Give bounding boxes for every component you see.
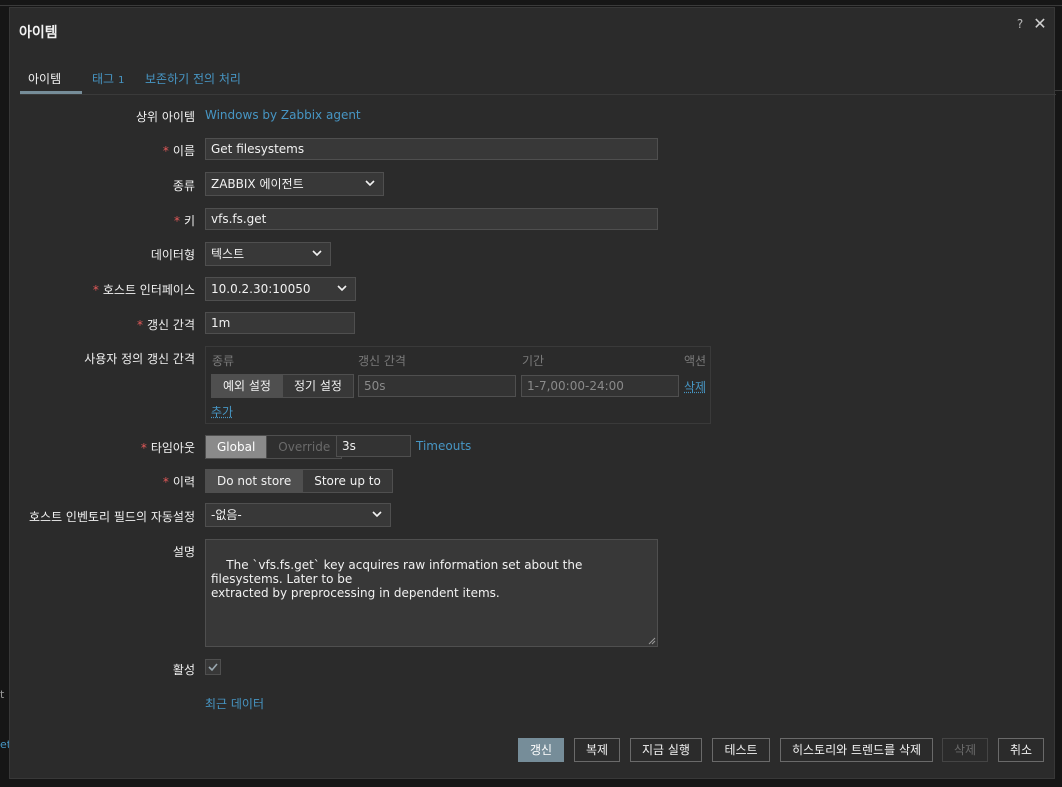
tab-label: 보존하기 전의 처리 xyxy=(145,72,241,86)
history-mode-toggle: Do not store Store up to xyxy=(205,469,393,493)
required-marker: * xyxy=(92,283,99,297)
interval-type-toggle: 예외 설정 정기 설정 xyxy=(211,374,354,398)
latest-data-link[interactable]: 최근 데이터 xyxy=(205,695,264,712)
clear-history-button[interactable]: 히스토리와 트렌드를 삭제 xyxy=(780,738,933,762)
close-icon[interactable]: ✕ xyxy=(1032,15,1048,33)
key-label: * 키 xyxy=(0,212,195,229)
name-input[interactable]: Get filesystems xyxy=(205,138,658,160)
timeout-mode-toggle: Global Override xyxy=(205,435,343,459)
update-interval-input[interactable]: 1m xyxy=(205,312,355,334)
enabled-label: 활성 xyxy=(172,663,195,677)
timeouts-link[interactable]: Timeouts xyxy=(416,439,471,453)
custom-intervals-table: 종류 갱신 간격 기간 액션 예외 설정 정기 설정 50s 1-7,00:00… xyxy=(205,346,711,424)
timeout-global-option[interactable]: Global xyxy=(206,436,267,458)
value-type-label: 데이터형 xyxy=(150,248,195,262)
chevron-down-icon xyxy=(312,250,322,257)
cancel-button[interactable]: 취소 xyxy=(998,738,1044,762)
tab-preprocessing[interactable]: 보존하기 전의 처리 xyxy=(145,70,241,87)
help-icon[interactable]: ? xyxy=(1014,17,1026,33)
column-header-action: 액션 xyxy=(684,354,707,368)
parent-item-link[interactable]: Windows by Zabbix agent xyxy=(205,108,361,122)
do-not-store-option[interactable]: Do not store xyxy=(206,470,303,492)
inventory-select[interactable]: -없음- xyxy=(205,503,391,527)
history-label: * 이력 xyxy=(0,473,195,490)
timeout-input[interactable]: 3s xyxy=(336,435,411,457)
update-interval-label-text: 갱신 간격 xyxy=(147,318,195,332)
key-input[interactable]: vfs.fs.get xyxy=(205,208,658,230)
required-marker: * xyxy=(162,475,169,489)
clone-button[interactable]: 복제 xyxy=(574,738,620,762)
value-type-select[interactable]: 텍스트 xyxy=(205,242,331,266)
chevron-down-icon xyxy=(365,180,375,187)
add-interval-link[interactable]: 추가 xyxy=(211,403,233,420)
resize-grip-icon[interactable] xyxy=(648,637,656,645)
type-select-value: ZABBIX 에이전트 xyxy=(211,177,304,191)
test-button[interactable]: 테스트 xyxy=(712,738,770,762)
host-interface-select[interactable]: 10.0.2.30:10050 xyxy=(205,277,356,301)
custom-interval-input[interactable]: 50s xyxy=(358,375,516,397)
remove-interval-link[interactable]: 삭제 xyxy=(684,378,706,395)
background-fragment: t xyxy=(0,688,5,701)
enabled-checkbox[interactable] xyxy=(205,659,221,675)
key-label-text: 키 xyxy=(183,214,195,228)
timeout-label-text: 타임아웃 xyxy=(150,441,195,455)
type-select[interactable]: ZABBIX 에이전트 xyxy=(205,172,384,196)
active-tab-indicator xyxy=(20,91,82,94)
timeout-override-option[interactable]: Override xyxy=(266,436,342,458)
required-marker: * xyxy=(137,318,144,332)
item-dialog: 아이템 ? ✕ 아이템 태그 1 보존하기 전의 처리 상위 아이템 Window… xyxy=(9,7,1056,779)
tab-tags[interactable]: 태그 1 xyxy=(92,70,124,87)
required-marker: * xyxy=(173,214,180,228)
host-interface-select-value: 10.0.2.30:10050 xyxy=(211,282,311,296)
inventory-select-value: -없음- xyxy=(211,508,242,522)
required-marker: * xyxy=(162,144,169,158)
name-label-text: 이름 xyxy=(172,144,195,158)
history-label-text: 이력 xyxy=(172,475,195,489)
required-marker: * xyxy=(140,441,147,455)
custom-period-input[interactable]: 1-7,00:00-24:00 xyxy=(521,375,679,397)
type-label: 종류 xyxy=(172,179,195,193)
inventory-label: 호스트 인벤토리 필드의 자동설정 xyxy=(28,510,195,524)
description-label: 설명 xyxy=(172,545,195,559)
timeout-label: * 타임아웃 xyxy=(0,439,195,456)
column-header-type: 종류 xyxy=(212,354,235,368)
column-header-interval: 갱신 간격 xyxy=(358,354,406,368)
description-text: The `vfs.fs.get` key acquires raw inform… xyxy=(211,558,583,600)
column-header-period: 기간 xyxy=(522,354,545,368)
checkmark-icon xyxy=(208,663,218,672)
tag-count-badge: 1 xyxy=(118,75,125,86)
chevron-down-icon xyxy=(337,285,347,292)
update-interval-label: * 갱신 간격 xyxy=(0,316,195,333)
background-divider xyxy=(0,5,1062,6)
custom-intervals-label: 사용자 정의 갱신 간격 xyxy=(84,352,195,366)
dialog-title: 아이템 xyxy=(19,25,58,41)
update-button[interactable]: 갱신 xyxy=(518,738,564,762)
chevron-down-icon xyxy=(372,511,382,518)
value-type-select-value: 텍스트 xyxy=(211,247,245,261)
host-interface-label-text: 호스트 인터페이스 xyxy=(102,283,195,297)
tab-label: 아이템 xyxy=(28,72,62,86)
name-label: * 이름 xyxy=(0,142,195,159)
host-interface-label: * 호스트 인터페이스 xyxy=(0,281,195,298)
parent-items-label: 상위 아이템 xyxy=(135,110,195,124)
delete-button: 삭제 xyxy=(942,738,988,762)
tab-item[interactable]: 아이템 xyxy=(28,70,61,87)
scheduling-option[interactable]: 정기 설정 xyxy=(281,375,353,397)
execute-now-button[interactable]: 지금 실행 xyxy=(630,738,702,762)
description-textarea[interactable]: The `vfs.fs.get` key acquires raw inform… xyxy=(205,539,658,647)
store-up-to-option[interactable]: Store up to xyxy=(302,470,392,492)
tab-bar: 아이템 태그 1 보존하기 전의 처리 xyxy=(20,66,1056,95)
tab-label: 태그 xyxy=(92,72,115,86)
flexible-option[interactable]: 예외 설정 xyxy=(212,375,282,397)
